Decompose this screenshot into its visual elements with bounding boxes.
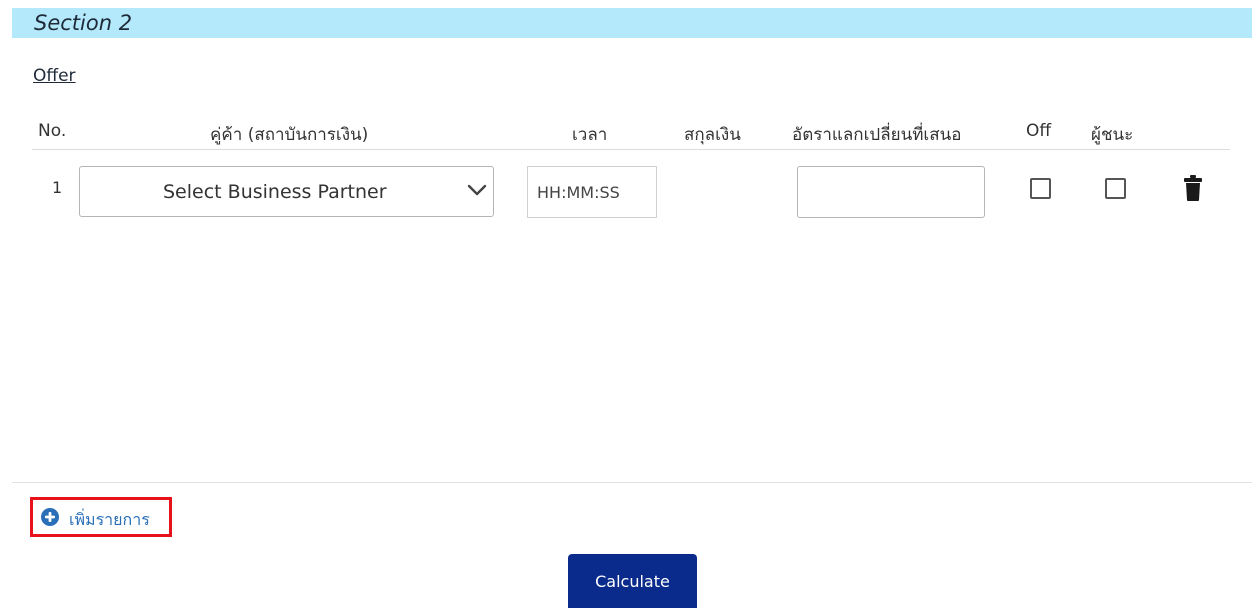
column-header-no: No. — [38, 121, 67, 141]
column-header-time: เวลา — [572, 125, 608, 145]
chevron-down-icon — [467, 184, 487, 196]
plus-circle-icon — [41, 508, 59, 526]
column-header-winner: ผู้ชนะ — [1091, 125, 1134, 145]
column-header-partner: คู่ค้า (สถาบันการเงิน) — [210, 125, 369, 145]
offered-rate-input[interactable] — [797, 166, 985, 218]
business-partner-placeholder: Select Business Partner — [163, 181, 387, 203]
row-number: 1 — [52, 178, 63, 197]
add-item-label: เพิ่มรายการ — [69, 510, 150, 529]
calculate-button[interactable]: Calculate — [568, 554, 697, 608]
trash-icon[interactable] — [1184, 175, 1202, 201]
business-partner-select[interactable]: Select Business Partner — [79, 166, 494, 217]
add-item-button[interactable]: เพิ่มรายการ — [30, 497, 172, 537]
off-checkbox[interactable] — [1030, 178, 1051, 199]
column-header-off: Off — [1026, 121, 1052, 141]
header-divider — [32, 149, 1230, 150]
section-header: Section 2 — [12, 8, 1252, 38]
section-title: Section 2 — [34, 11, 133, 35]
offer-title: Offer — [33, 66, 76, 86]
time-input[interactable] — [527, 166, 657, 218]
column-header-currency: สกุลเงิน — [684, 125, 741, 145]
winner-checkbox[interactable] — [1105, 178, 1126, 199]
column-header-rate: อัตราแลกเปลี่ยนที่เสนอ — [792, 125, 962, 145]
footer-divider — [12, 482, 1252, 483]
